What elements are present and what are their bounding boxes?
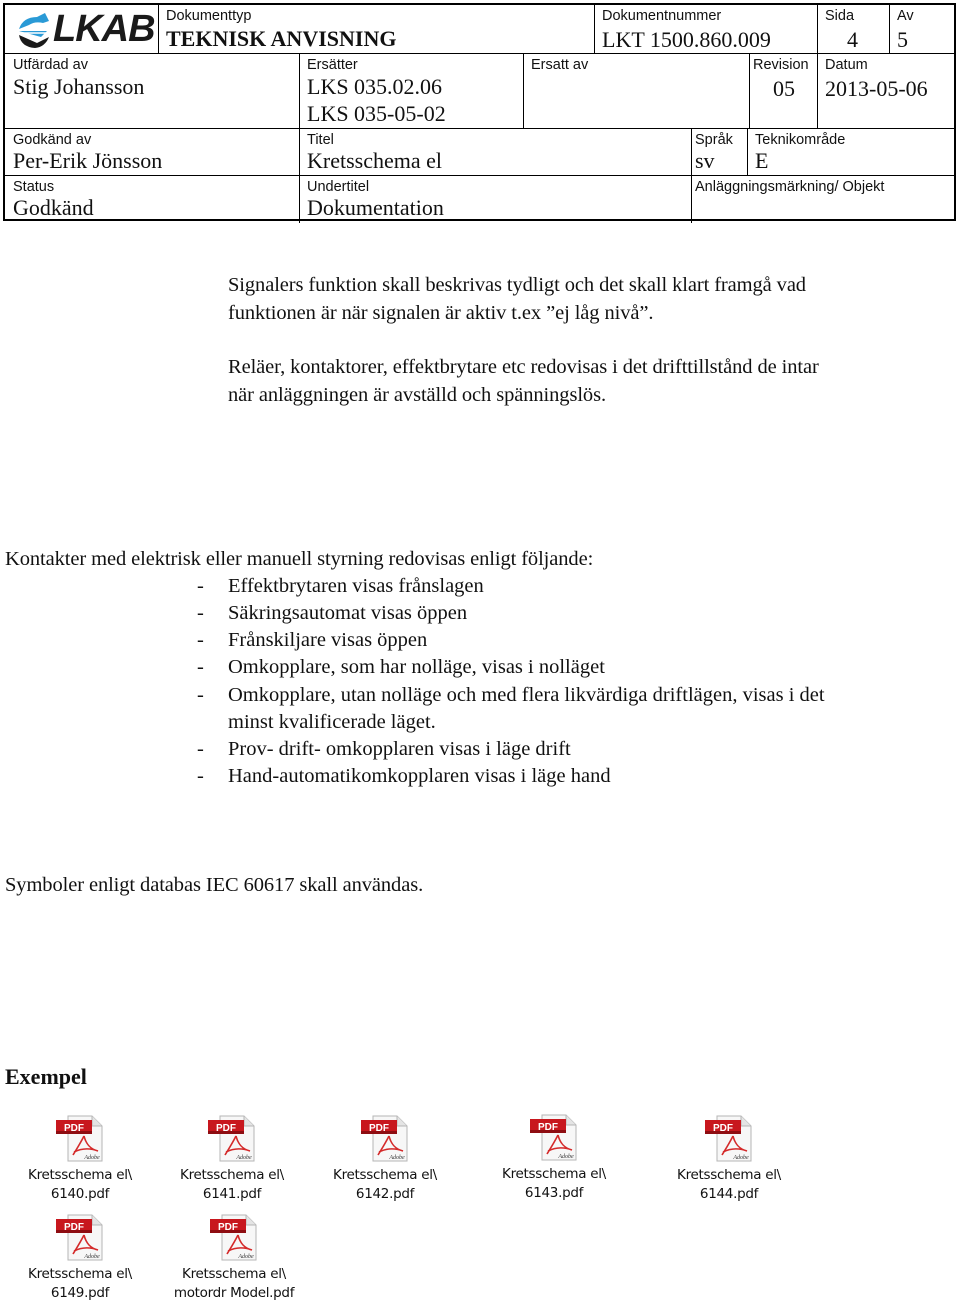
pdf-file-icon: PDF Adobe — [56, 1214, 103, 1261]
field-teknikomrade: Teknikområde E — [755, 132, 846, 173]
svg-text:Adobe: Adobe — [83, 1254, 100, 1260]
pdf-file-icon: PDF Adobe — [530, 1114, 577, 1161]
field-av: Av 5 — [897, 8, 914, 52]
field-ersatt-av: Ersatt av — [531, 57, 589, 73]
attachment-name: Kretsschema el\ 6140.pdf — [28, 1167, 132, 1202]
pdf-attachment-6140[interactable]: PDF Adobe Kretsschema el\ 6140.pdf — [15, 1114, 145, 1204]
pdf-file-icon: PDF Adobe — [210, 1214, 257, 1261]
paragraph-signal-function: Signalers funktion skall beskrivas tydli… — [228, 274, 806, 324]
svg-text:PDF: PDF — [713, 1123, 733, 1134]
pdf-file-icon: PDF Adobe — [208, 1115, 255, 1162]
svg-text:Adobe: Adobe — [235, 1155, 252, 1161]
field-sida: Sida 4 — [825, 8, 858, 52]
list-intro: Kontakter med elektrisk eller manuell st… — [5, 548, 594, 570]
pdf-file-icon-wrap: PDF Adobe — [164, 1213, 304, 1263]
field-sprak: Språk sv — [695, 132, 733, 173]
pdf-file-icon-wrap: PDF Adobe — [167, 1114, 297, 1164]
pdf-attachment-motordr-model[interactable]: PDF Adobe Kretsschema el\ motordr Model.p… — [164, 1213, 304, 1303]
pdf-attachment-6141[interactable]: PDF Adobe Kretsschema el\ 6141.pdf — [167, 1114, 297, 1204]
svg-text:PDF: PDF — [64, 1222, 84, 1233]
field-revision: Revision 05 — [753, 57, 809, 101]
field-undertitel: Undertitel Dokumentation — [307, 179, 444, 220]
lkab-logo: LKAB — [15, 8, 157, 51]
field-status: Status Godkänd — [13, 179, 94, 220]
svg-text:Adobe: Adobe — [732, 1155, 749, 1161]
field-anlaggningsmarkning: Anläggningsmärkning/ Objekt — [695, 179, 885, 195]
svg-text:PDF: PDF — [218, 1222, 238, 1233]
svg-text:Adobe: Adobe — [557, 1154, 574, 1160]
pdf-file-icon-wrap: PDF Adobe — [664, 1114, 794, 1164]
field-datum: Datum 2013-05-06 — [825, 57, 928, 101]
pdf-file-icon: PDF Adobe — [361, 1115, 408, 1162]
svg-text:Adobe: Adobe — [237, 1254, 254, 1260]
paragraph-relays: Reläer, kontaktorer, effektbrytare etc r… — [228, 356, 819, 406]
svg-text:Adobe: Adobe — [388, 1155, 405, 1161]
field-utfardad-av: Utfärdad av Stig Johansson — [13, 57, 145, 99]
example-heading: Exempel — [5, 1064, 87, 1089]
attachment-name: Kretsschema el\ 6144.pdf — [677, 1167, 781, 1202]
svg-text:PDF: PDF — [64, 1123, 84, 1134]
document-header-table: LKAB Dokumenttyp TEKNISK ANVISNING Dokum… — [3, 3, 956, 223]
svg-text:PDF: PDF — [538, 1122, 558, 1133]
field-godkand-av: Godkänd av Per-Erik Jönsson — [13, 132, 163, 173]
attachment-name: Kretsschema el\ motordr Model.pdf — [173, 1266, 295, 1301]
field-dokumentnummer: Dokumentnummer LKT 1500.860.009 — [602, 8, 771, 52]
pdf-file-icon-wrap: PDF Adobe — [489, 1113, 619, 1163]
logo-text: LKAB — [53, 8, 156, 50]
pdf-file-icon: PDF Adobe — [56, 1115, 103, 1162]
svg-text:Adobe: Adobe — [83, 1155, 100, 1161]
attachment-name: Kretsschema el\ 6149.pdf — [28, 1266, 132, 1301]
field-titel: Titel Kretsschema el — [307, 132, 442, 173]
pdf-file-icon: PDF Adobe — [705, 1115, 752, 1162]
pdf-file-icon-wrap: PDF Adobe — [15, 1213, 145, 1263]
svg-text:PDF: PDF — [216, 1123, 236, 1134]
pdf-file-icon-wrap: PDF Adobe — [320, 1114, 450, 1164]
pdf-attachment-6142[interactable]: PDF Adobe Kretsschema el\ 6142.pdf — [320, 1114, 450, 1204]
pdf-attachment-6149[interactable]: PDF Adobe Kretsschema el\ 6149.pdf — [15, 1213, 145, 1303]
field-dokumenttyp: Dokumenttyp TEKNISK ANVISNING — [166, 8, 397, 51]
attachment-name: Kretsschema el\ 6141.pdf — [180, 1167, 284, 1202]
attachment-name: Kretsschema el\ 6143.pdf — [502, 1166, 606, 1201]
svg-text:PDF: PDF — [369, 1123, 389, 1134]
symbols-note: Symboler enligt databas IEC 60617 skall … — [5, 874, 424, 896]
pdf-file-icon-wrap: PDF Adobe — [15, 1114, 145, 1164]
field-ersatter: Ersätter LKS 035.02.06 LKS 035-05-02 — [307, 57, 446, 126]
pdf-attachment-6143[interactable]: PDF Adobe Kretsschema el\ 6143.pdf — [489, 1113, 619, 1203]
attachment-name: Kretsschema el\ 6142.pdf — [333, 1167, 437, 1202]
pdf-attachment-6144[interactable]: PDF Adobe Kretsschema el\ 6144.pdf — [664, 1114, 794, 1204]
